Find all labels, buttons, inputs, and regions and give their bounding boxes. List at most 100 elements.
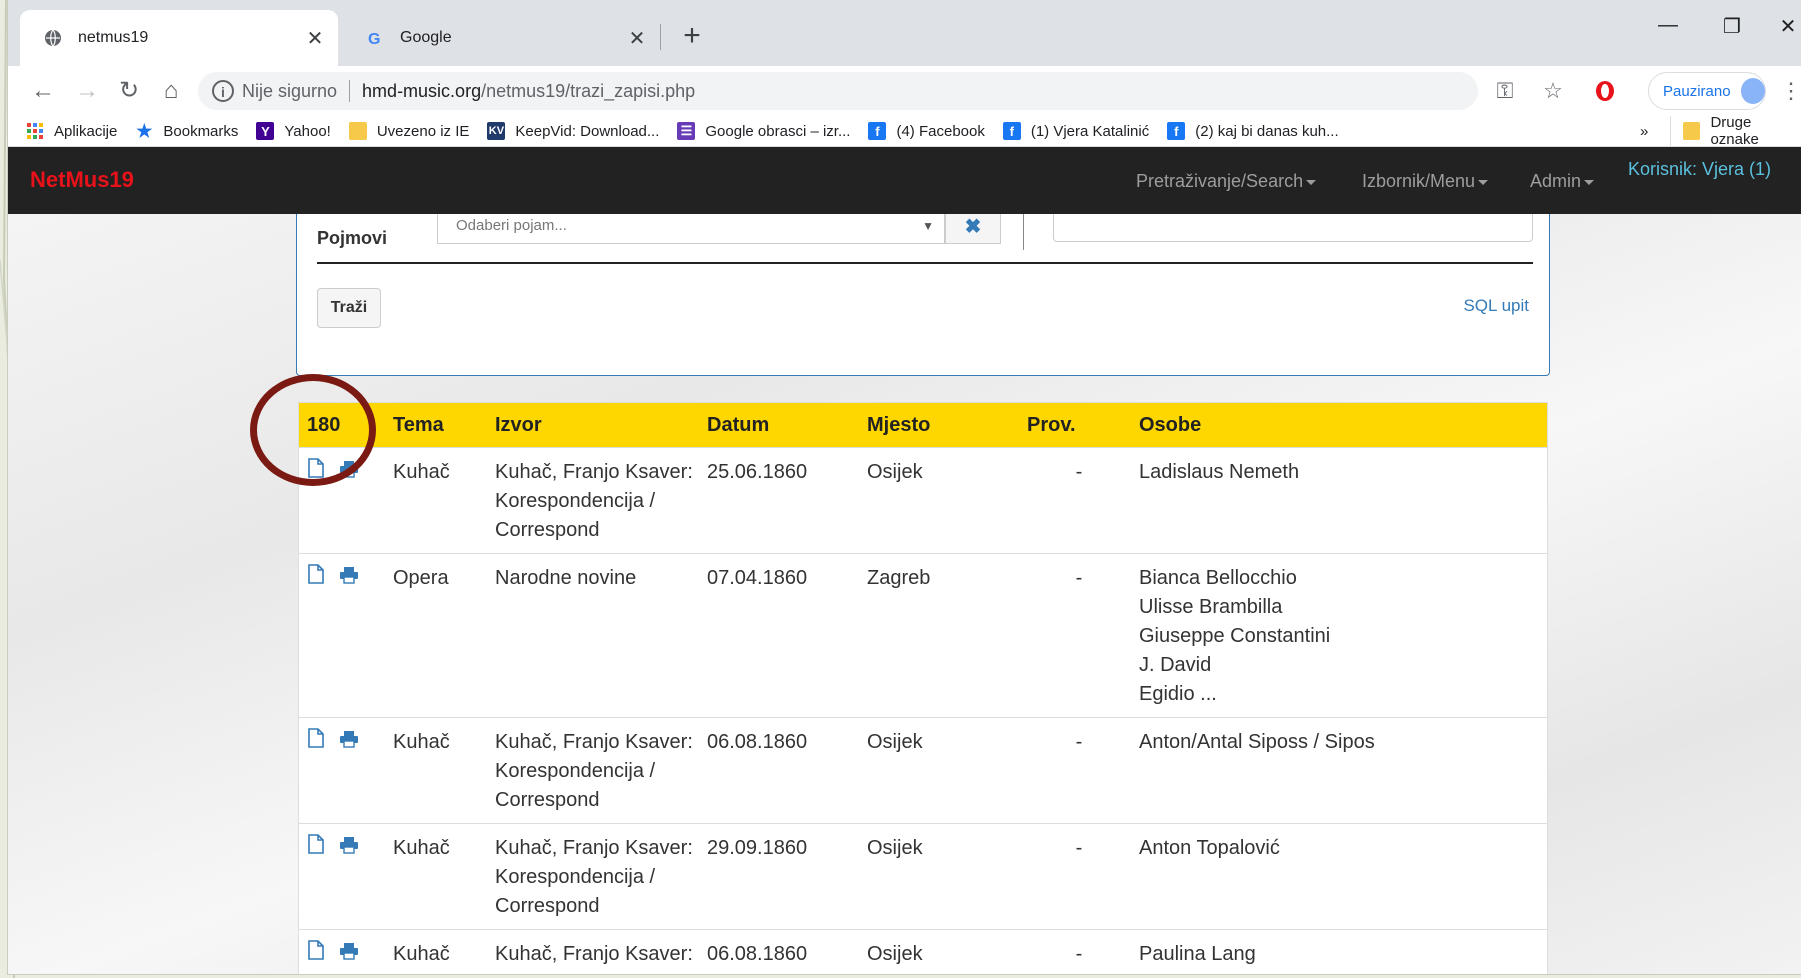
key-icon[interactable]: ⚿	[1488, 74, 1522, 108]
document-icon[interactable]	[307, 834, 325, 863]
back-icon[interactable]: ←	[26, 74, 60, 108]
cell-prov: -	[1019, 929, 1131, 974]
url-host: hmd-music.org	[362, 80, 482, 101]
nav-menu-dropdown[interactable]: Izbornik/Menu	[1362, 171, 1489, 192]
results-table-wrapper: 180 Tema Izvor Datum Mjesto Prov. Osobe …	[298, 402, 1548, 974]
browser-window: netmus19 ✕ G Google ✕ + — ❐ ✕ ← → ↻ ⌂ i …	[8, 0, 1801, 974]
col-header-izvor[interactable]: Izvor	[487, 403, 699, 448]
address-bar[interactable]: i Nije sigurno hmd-music.org/netmus19/tr…	[198, 72, 1478, 110]
bookmark-yahoo[interactable]: Y Yahoo!	[256, 122, 331, 140]
col-header-tema[interactable]: Tema	[385, 403, 487, 448]
cell-izvor: Kuhač, Franjo Ksaver: Korespondencija / Co…	[487, 447, 699, 554]
bookmark-label: Aplikacije	[54, 122, 118, 140]
table-header-row: 180 Tema Izvor Datum Mjesto Prov. Osobe	[299, 403, 1547, 448]
cell-prov: -	[1019, 447, 1131, 554]
print-icon[interactable]	[339, 564, 359, 593]
bookmark-apps[interactable]: Aplikacije	[26, 122, 117, 140]
cell-osobe: Anton Topalović	[1131, 823, 1547, 930]
nav-search-dropdown[interactable]: Pretraživanje/Search	[1136, 171, 1317, 192]
cell-izvor: Kuhač, Franjo Ksaver: Korespondencija / Co…	[487, 717, 699, 824]
sql-query-link[interactable]: SQL upit	[1463, 296, 1529, 316]
izvor-line: Kuhač, Franjo Ksaver:	[495, 461, 693, 483]
user-link[interactable]: Korisnik: Vjera (1)	[1628, 159, 1771, 180]
cell-mjesto: Osijek	[859, 447, 1019, 554]
new-tab-button[interactable]: +	[674, 18, 710, 54]
cell-osobe: Ladislaus Nemeth	[1131, 447, 1547, 554]
tab-strip: netmus19 ✕ G Google ✕ + — ❐ ✕	[8, 0, 1801, 66]
table-row: Kuhač Kuhač, Franjo Ksaver: Korespondencij…	[299, 929, 1547, 974]
bookmark-star-icon[interactable]: ☆	[1536, 74, 1570, 108]
izvor-line: Correspond	[495, 895, 600, 917]
close-icon: ✖	[964, 216, 982, 238]
document-icon[interactable]	[307, 940, 325, 969]
cell-prov: -	[1019, 823, 1131, 930]
clear-selection-button[interactable]: ✖	[945, 214, 1001, 244]
bookmarks-overflow-button[interactable]: »	[1640, 116, 1648, 146]
close-tab-icon[interactable]: ✕	[300, 26, 330, 51]
col-header-datum[interactable]: Datum	[699, 403, 859, 448]
minimize-icon[interactable]: —	[1648, 14, 1688, 37]
cell-tema: Kuhač	[385, 929, 487, 974]
folder-icon	[348, 122, 367, 140]
cell-datum: 29.09.1860	[699, 823, 859, 930]
tab-netmus19[interactable]: netmus19 ✕	[20, 10, 338, 66]
tab-separator	[660, 24, 661, 50]
bookmark-facebook[interactable]: f (4) Facebook	[868, 122, 985, 140]
person-name: Ulisse Brambilla	[1139, 596, 1283, 618]
pojmovi-select[interactable]: Odaberi pojam... ▼	[437, 214, 945, 244]
nav-admin-dropdown[interactable]: Admin	[1530, 171, 1595, 192]
close-window-icon[interactable]: ✕	[1768, 14, 1801, 39]
star-icon: ★	[136, 120, 153, 141]
izvor-line: Korespondencija /	[495, 490, 656, 512]
bookmark-facebook-vjera[interactable]: f (1) Vjera Katalinić	[1002, 122, 1149, 140]
row-actions	[299, 717, 385, 824]
app-navbar: NetMus19 Pretraživanje/Search Izbornik/M…	[8, 147, 1801, 214]
bookmark-folder-ie[interactable]: Uvezeno iz IE	[348, 122, 470, 140]
restore-icon[interactable]: ❐	[1712, 14, 1752, 39]
col-header-mjesto[interactable]: Mjesto	[859, 403, 1019, 448]
search-button[interactable]: Traži	[317, 288, 381, 328]
col-header-osobe[interactable]: Osobe	[1131, 403, 1547, 448]
reload-icon[interactable]: ↻	[112, 74, 146, 108]
cell-prov: -	[1019, 717, 1131, 824]
menu-kebab-icon[interactable]: ⋮	[1774, 74, 1801, 108]
print-icon[interactable]	[339, 834, 359, 863]
caret-down-icon	[1478, 179, 1489, 185]
cell-osobe: Anton/Antal Siposs / Sipos	[1131, 717, 1547, 824]
omnibox-divider	[349, 80, 351, 102]
tab-google[interactable]: G Google ✕	[342, 10, 660, 66]
bookmark-facebook-kuh[interactable]: f (2) kaj bi danas kuh...	[1167, 122, 1339, 140]
forward-icon[interactable]: →	[70, 74, 104, 108]
home-icon[interactable]: ⌂	[154, 74, 188, 108]
notes-textarea[interactable]	[1053, 214, 1533, 242]
document-icon[interactable]	[307, 728, 325, 757]
person-name: Anton Topalović	[1139, 837, 1280, 859]
bookmark-label: Uvezeno iz IE	[376, 122, 470, 140]
browser-toolbar: ← → ↻ ⌂ i Nije sigurno hmd-music.org/net…	[8, 66, 1801, 116]
bookmark-bookmarks[interactable]: ★ Bookmarks	[135, 120, 238, 141]
facebook-icon: f	[1002, 122, 1021, 140]
bookmark-keepvid[interactable]: KV KeepVid: Download...	[487, 122, 659, 140]
print-icon[interactable]	[339, 940, 359, 969]
info-icon[interactable]: i	[212, 80, 234, 102]
document-icon[interactable]	[307, 458, 325, 487]
izvor-line: Korespondencija /	[495, 969, 699, 974]
profile-button[interactable]: Pauzirano	[1648, 72, 1766, 110]
close-tab-icon[interactable]: ✕	[622, 26, 652, 51]
form-separator	[317, 262, 1533, 264]
bookmark-google-forms[interactable]: ☰ Google obrasci – izr...	[677, 122, 850, 140]
izvor-line: Narodne novine	[495, 567, 637, 589]
person-name: Anton/Antal Siposs / Sipos	[1139, 731, 1375, 753]
bookmark-other[interactable]: Druge oznake	[1670, 114, 1801, 148]
cell-izvor: Narodne novine	[487, 553, 699, 718]
print-icon[interactable]	[339, 458, 359, 487]
print-icon[interactable]	[339, 728, 359, 757]
google-forms-icon: ☰	[677, 122, 696, 140]
document-icon[interactable]	[307, 564, 325, 593]
opera-icon[interactable]	[1588, 74, 1622, 112]
google-icon: G	[364, 27, 386, 49]
cell-tema: Opera	[385, 553, 487, 718]
col-header-prov[interactable]: Prov.	[1019, 403, 1131, 448]
app-brand[interactable]: NetMus19	[30, 167, 134, 193]
row-actions	[299, 929, 385, 974]
